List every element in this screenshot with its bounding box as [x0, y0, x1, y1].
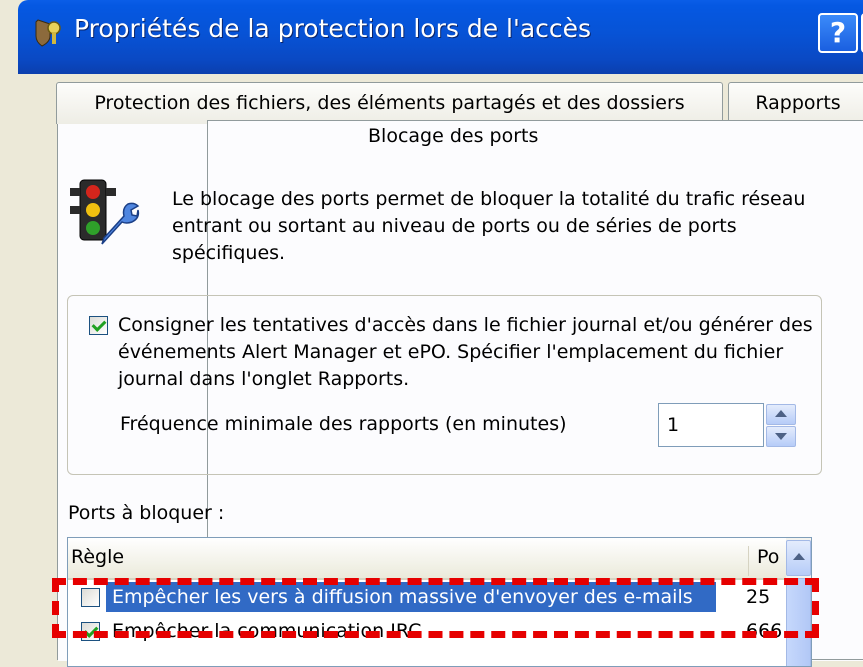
port-rules-list[interactable]: Règle Po Empêcher les vers à diffusion m…: [67, 537, 812, 667]
rule-port: 25: [746, 586, 771, 608]
rule-checkbox[interactable]: [81, 622, 100, 641]
title-bar[interactable]: Propriétés de la protection lors de l'ac…: [18, 0, 863, 74]
list-item[interactable]: Empêcher la communication IRC 666: [68, 614, 786, 648]
frequency-input[interactable]: [658, 403, 764, 447]
window-title: Propriétés de la protection lors de l'ac…: [74, 14, 592, 43]
traffic-light-wrench-icon: [68, 178, 140, 248]
description-text: Le blocage des ports permet de bloquer l…: [172, 188, 806, 264]
list-header: Règle Po: [68, 538, 811, 580]
log-attempts-checkbox[interactable]: [89, 316, 108, 335]
scroll-up-button[interactable]: [786, 540, 811, 576]
frequency-increment-button[interactable]: [766, 404, 796, 425]
rule-port: 666: [746, 620, 783, 642]
section-title: Blocage des ports: [368, 125, 539, 147]
column-header-rule[interactable]: Règle: [71, 546, 124, 568]
arrow-down-icon: [775, 433, 787, 440]
tab-file-protection[interactable]: Protection des fichiers, des éléments pa…: [56, 82, 723, 124]
vertical-scrollbar[interactable]: [786, 538, 811, 666]
shield-key-icon: [32, 16, 64, 48]
log-attempts-label: Consigner les tentatives d'accès dans le…: [118, 314, 813, 390]
frequency-label: Fréquence minimale des rapports (en minu…: [120, 413, 567, 435]
help-button[interactable]: ?: [818, 13, 858, 53]
rule-name: Empêcher la communication IRC: [112, 620, 422, 642]
arrow-up-icon: [793, 553, 805, 560]
list-item[interactable]: Empêcher les vers à diffusion massive d'…: [68, 580, 786, 614]
frequency-decrement-button[interactable]: [766, 426, 796, 447]
tab-reports[interactable]: Rapports: [728, 82, 863, 124]
arrow-up-icon: [775, 410, 787, 417]
rule-name: Empêcher les vers à diffusion massive d'…: [112, 586, 693, 608]
rule-checkbox[interactable]: [81, 588, 100, 607]
scroll-thumb[interactable]: [786, 578, 811, 666]
ports-to-block-label: Ports à bloquer :: [68, 502, 225, 524]
tab-panel-border: [57, 120, 58, 660]
